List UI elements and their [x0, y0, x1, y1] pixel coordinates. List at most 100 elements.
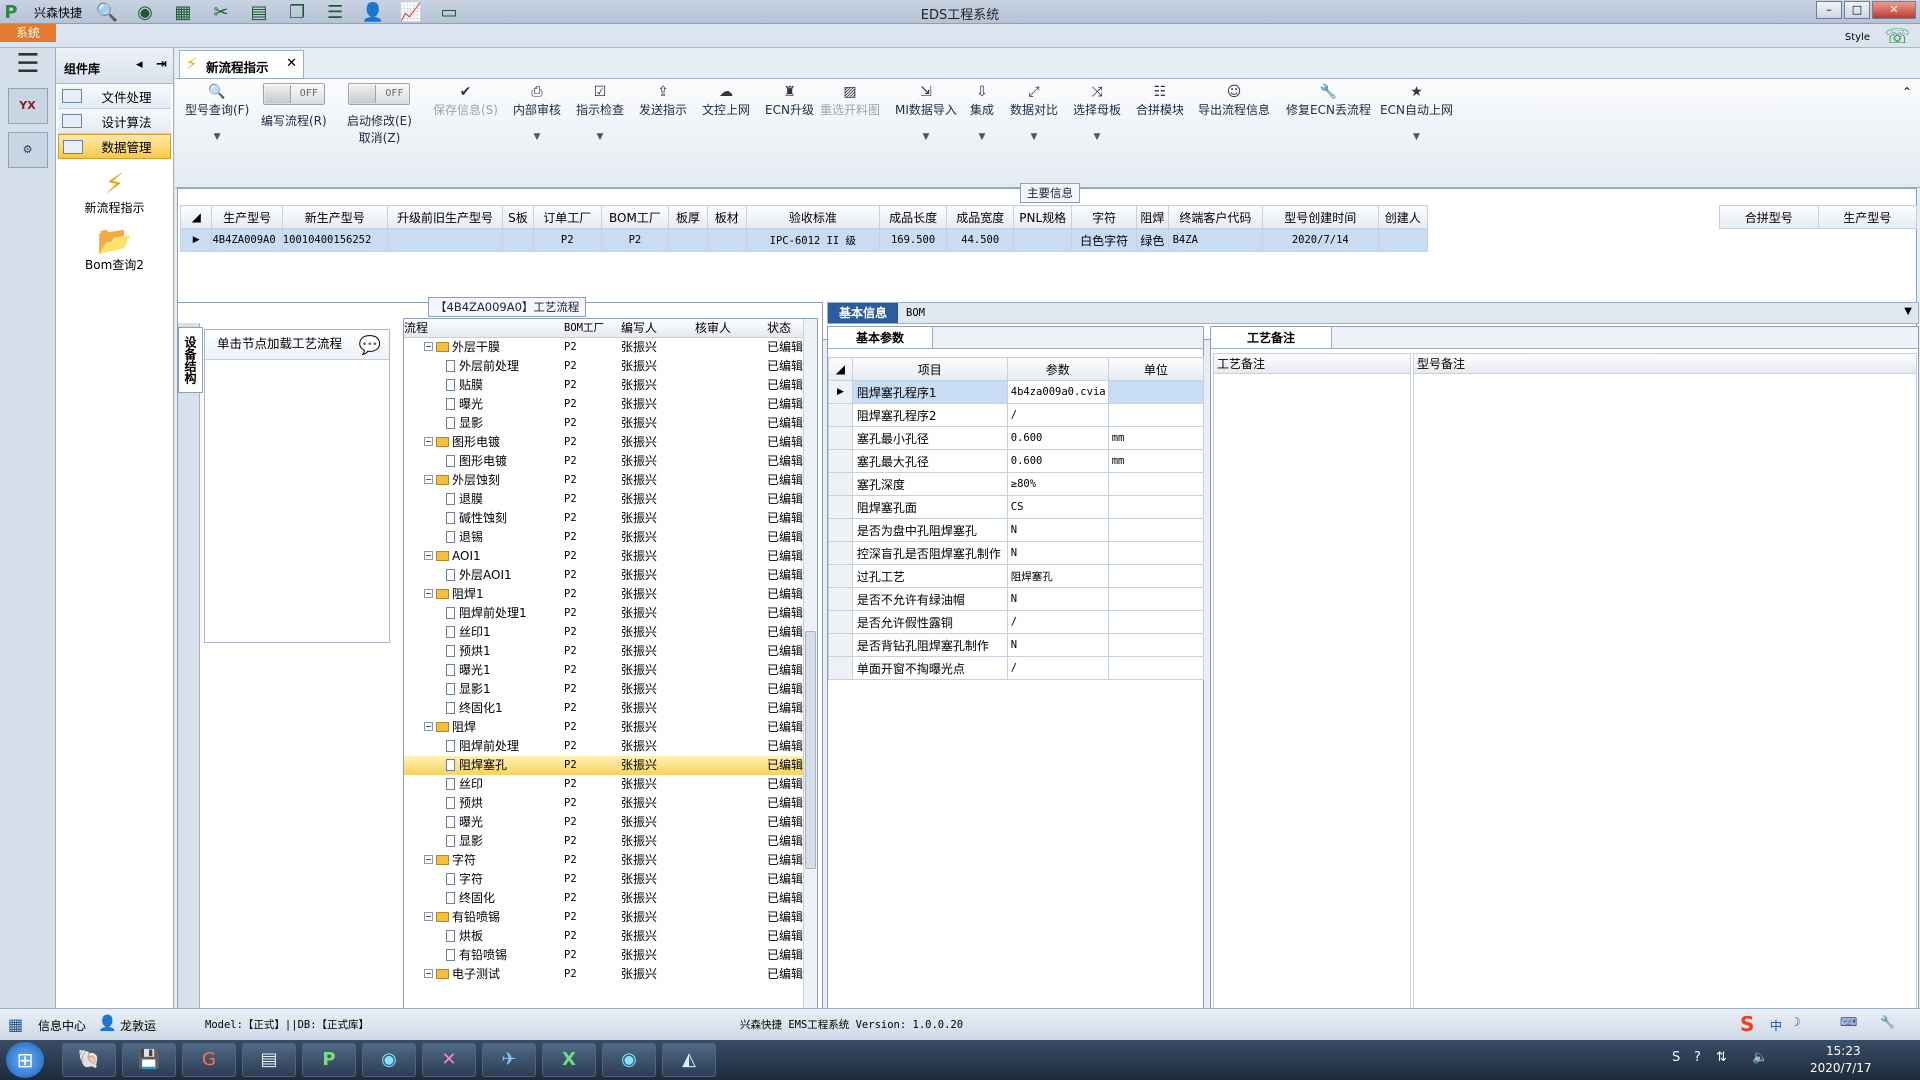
tree-row[interactable]: 贴膜 P2 张振兴 已编辑 — [404, 376, 817, 395]
instruction-check-button[interactable]: ☑ 指示检查 ▼ — [576, 83, 624, 142]
tree-row[interactable]: 预烘 P2 张振兴 已编辑 — [404, 794, 817, 813]
tree-row[interactable]: − AOI1 P2 张振兴 已编辑 — [404, 547, 817, 566]
table-row[interactable]: 塞孔深度 ≥80% — [828, 472, 1205, 496]
tree-row[interactable]: 显影 P2 张振兴 已编辑 — [404, 832, 817, 851]
column-header[interactable]: PNL规格 — [1013, 205, 1073, 229]
device-structure-tab[interactable]: 设备结构 — [178, 327, 203, 393]
taskbar-app-notepad-icon[interactable]: ▤ — [242, 1043, 296, 1077]
column-header[interactable]: BOM工厂 — [562, 319, 619, 337]
tree-row[interactable]: 阻焊塞孔 P2 张振兴 已编辑 — [404, 756, 817, 775]
expand-toggle-icon[interactable]: − — [424, 551, 433, 560]
table-row[interactable]: ▶ 阻焊塞孔程序1 4b4za009a0.cvia — [828, 380, 1205, 404]
document-online-button[interactable]: ☁ 文控上网 — [702, 83, 750, 118]
tree-row[interactable]: − 外层干膜 P2 张振兴 已编辑 — [404, 338, 817, 357]
tree-row[interactable]: 烘板 P2 张振兴 已编辑 — [404, 927, 817, 946]
sidebar-item-file-processing[interactable]: 文件处理 — [58, 84, 171, 109]
table-row[interactable]: 阻焊塞孔面 CS — [828, 495, 1205, 519]
expand-toggle-icon[interactable]: − — [424, 437, 433, 446]
select-mother-board-button[interactable]: ⤨ 选择母板 ▼ — [1073, 83, 1121, 142]
tray-volume-icon[interactable]: 🔈 — [1752, 1050, 1768, 1065]
tree-row[interactable]: 显影1 P2 张振兴 已编辑 — [404, 680, 817, 699]
start-modify-toggle[interactable]: OFF 启动修改(E) 取消(Z) — [347, 83, 412, 146]
taskbar-app-eye-icon[interactable]: ◉ — [362, 1043, 416, 1077]
expand-toggle-icon[interactable]: − — [424, 589, 433, 598]
expand-toggle-icon[interactable]: − — [424, 969, 433, 978]
ribbon-collapse-icon[interactable]: ⌃ — [1902, 85, 1912, 99]
mi-import-button[interactable]: ⇲ MI数据导入 ▼ — [895, 83, 957, 142]
column-header[interactable]: 字符 — [1071, 205, 1138, 229]
expand-toggle-icon[interactable]: − — [424, 722, 433, 731]
table-row[interactable]: ▶ 4B4ZA009A0 10010400156252 P2 P2 IPC-60… — [179, 228, 1429, 252]
maximize-button[interactable]: □ — [1844, 1, 1870, 19]
table-row[interactable]: 塞孔最小孔径 0.600 mm — [828, 426, 1205, 450]
table-row[interactable]: 控深盲孔是否阻焊塞孔制作 N — [828, 541, 1205, 565]
column-header[interactable]: 状态 — [767, 319, 804, 337]
table-row[interactable]: 塞孔最大孔径 0.600 mm — [828, 449, 1205, 473]
table-row[interactable]: 过孔工艺 阻焊塞孔 — [828, 564, 1205, 588]
column-header[interactable]: 编写人 — [619, 319, 695, 337]
ime-settings-icon[interactable]: 🔧 — [1880, 1015, 1895, 1029]
engineering-module-icon[interactable]: ⚙ — [7, 132, 48, 168]
column-header[interactable]: 订单工厂 — [532, 205, 602, 229]
table-row[interactable]: 是否为盘中孔阻焊塞孔 N — [828, 518, 1205, 542]
close-button[interactable]: ✕ — [1872, 1, 1916, 19]
taskbar-app-x-icon[interactable]: ✕ — [422, 1043, 476, 1077]
column-header[interactable]: 参数 — [1006, 357, 1109, 381]
style-menu[interactable]: Style — [1845, 32, 1870, 43]
tree-row[interactable]: 外层AOI1 P2 张振兴 已编辑 — [404, 566, 817, 585]
hamburger-menu-icon[interactable]: ☰ — [0, 48, 56, 80]
tree-row[interactable]: 预烘1 P2 张振兴 已编辑 — [404, 642, 817, 661]
column-header[interactable]: 成品宽度 — [946, 205, 1015, 229]
dropdown-arrow-icon[interactable]: ▼ — [1904, 306, 1912, 317]
table-row[interactable]: 是否允许假性露铜 / — [828, 610, 1205, 634]
sogou-input-icon[interactable]: S — [1740, 1012, 1754, 1036]
table-row[interactable]: 阻焊塞孔程序2/ — [828, 403, 1205, 427]
taskbar-app-g-icon[interactable]: G — [182, 1043, 236, 1077]
clock-date[interactable]: 2020/7/17 — [1810, 1061, 1872, 1075]
column-header[interactable]: 生产型号 — [1817, 205, 1917, 229]
column-header[interactable]: 终端客户代码 — [1167, 205, 1264, 229]
column-header[interactable]: 流程 — [404, 319, 562, 337]
tree-row[interactable]: 字符 P2 张振兴 已编辑 — [404, 870, 817, 889]
column-header[interactable]: 板厚 — [668, 205, 708, 229]
tree-row[interactable]: − 有铅喷锡 P2 张振兴 已编辑 — [404, 908, 817, 927]
start-button[interactable]: ⊞ — [6, 1042, 44, 1078]
clock-time[interactable]: 15:23 — [1826, 1044, 1861, 1058]
tree-row[interactable]: 曝光 P2 张振兴 已编辑 — [404, 813, 817, 832]
tree-row[interactable]: − 阻焊 P2 张振兴 已编辑 — [404, 718, 817, 737]
column-header[interactable]: 升级前旧生产型号 — [386, 205, 504, 229]
tray-network-icon[interactable]: ⇅ — [1716, 1050, 1727, 1065]
tab-basic-info[interactable]: 基本信息 — [828, 303, 898, 323]
pin-icon[interactable]: ⇥ — [156, 57, 167, 72]
tree-row[interactable]: − 阻焊1 P2 张振兴 已编辑 — [404, 585, 817, 604]
new-flow-item[interactable]: ⚡ 新流程指示 — [56, 169, 173, 216]
tree-row[interactable]: 丝印1 P2 张振兴 已编辑 — [404, 623, 817, 642]
tree-row[interactable]: 终固化 P2 张振兴 已编辑 — [404, 889, 817, 908]
column-header[interactable]: 创建人 — [1377, 205, 1429, 229]
column-header[interactable]: 验收标准 — [745, 205, 880, 229]
close-tab-icon[interactable]: ✕ — [286, 56, 297, 71]
tree-row[interactable]: 退锡 P2 张振兴 已编辑 — [404, 528, 817, 547]
tray-sogou-icon[interactable]: S — [1672, 1050, 1680, 1065]
table-row[interactable]: 是否不允许有绿油帽 N — [828, 587, 1205, 611]
model-query-button[interactable]: 🔍 型号查询(F) ▼ — [185, 83, 249, 142]
taskbar-app-eds-icon[interactable]: P — [302, 1043, 356, 1077]
ecn-upgrade-button[interactable]: ♜ ECN升级 — [765, 83, 814, 118]
sidebar-item-design-algorithm[interactable]: 设计算法 — [58, 109, 171, 134]
internal-review-button[interactable]: ⎙ 内部审核 ▼ — [513, 83, 561, 142]
data-compare-button[interactable]: ⤢ 数据对比 ▼ — [1010, 83, 1058, 142]
column-header[interactable]: 成品长度 — [878, 205, 948, 229]
merge-module-button[interactable]: ☷ 合拼模块 — [1136, 83, 1184, 118]
column-header[interactable]: S板 — [502, 205, 534, 229]
yx-module-icon[interactable]: YX — [7, 88, 48, 124]
ecn-auto-online-button[interactable]: ★ ECN自动上网 ▼ — [1380, 83, 1453, 142]
column-header[interactable]: 新生产型号 — [281, 205, 388, 229]
tab-basic-params[interactable]: 基本参数 — [828, 327, 934, 348]
column-header[interactable]: 核审人 — [695, 319, 767, 337]
expand-toggle-icon[interactable]: − — [424, 855, 433, 864]
column-header[interactable]: 单位 — [1107, 357, 1205, 381]
column-header[interactable]: BOM工厂 — [600, 205, 670, 229]
repair-ecn-button[interactable]: 🔧 修复ECN丢流程 — [1286, 83, 1371, 118]
column-header[interactable]: 项目 — [851, 357, 1008, 381]
tree-row[interactable]: − 字符 P2 张振兴 已编辑 — [404, 851, 817, 870]
